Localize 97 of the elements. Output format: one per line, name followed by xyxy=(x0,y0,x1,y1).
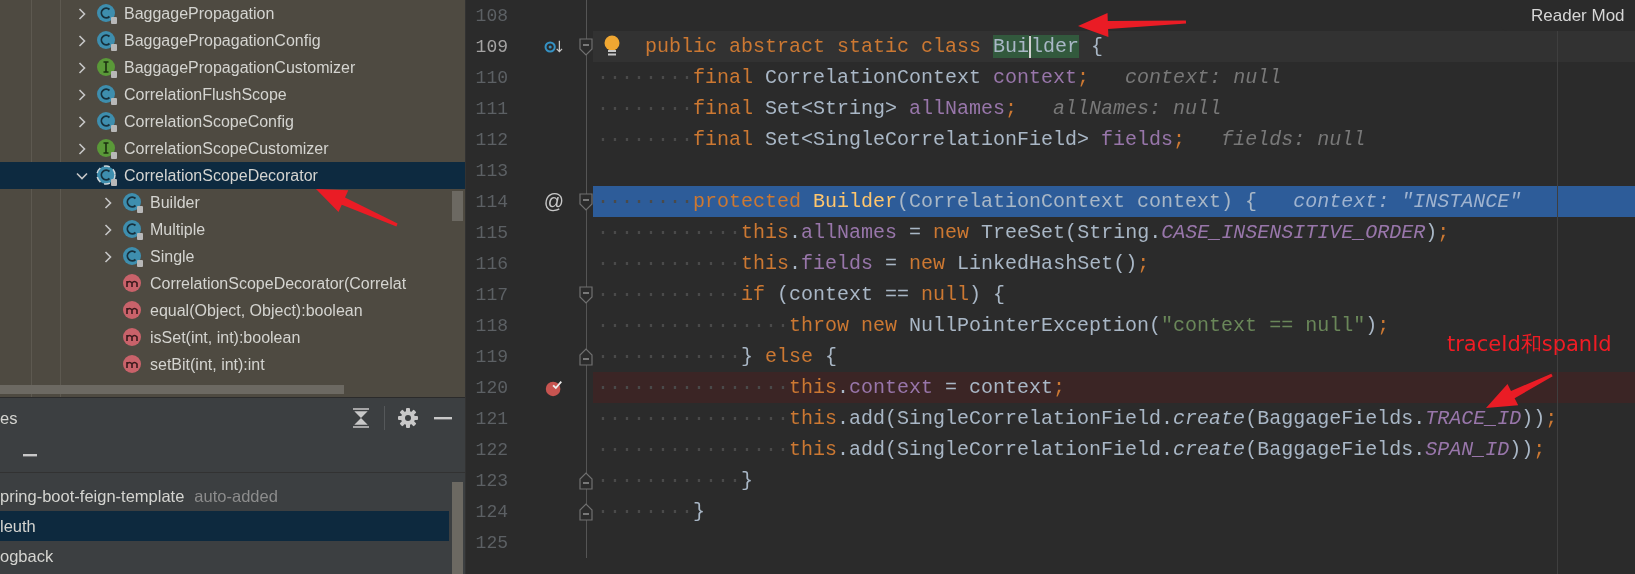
annotation-text: traceId和spanId xyxy=(1447,331,1612,358)
tree-label: CorrelationScopeDecorator xyxy=(124,166,318,185)
method-icon xyxy=(122,326,144,349)
tree-label: Single xyxy=(150,247,195,266)
class-icon xyxy=(122,218,144,241)
tree-label: CorrelationScopeDecorator(Correlat xyxy=(150,274,407,293)
library-item[interactable]: ogback xyxy=(0,541,449,571)
code-line: ············} xyxy=(597,469,754,492)
tree-label: BaggagePropagationConfig xyxy=(124,31,321,50)
tree-item[interactable]: CorrelationScopeDecorator(Correlat xyxy=(0,270,465,297)
fold-icon[interactable] xyxy=(579,37,593,56)
tree-item[interactable]: Single xyxy=(0,243,465,270)
line-number: 125 xyxy=(474,532,508,553)
class-icon xyxy=(122,191,144,214)
tree-label: isSet(int, int):boolean xyxy=(150,328,301,347)
line-number: 110 xyxy=(474,67,508,88)
line-number: 108 xyxy=(474,5,508,26)
line-number: 109 xyxy=(474,36,508,57)
lightbulb-icon[interactable] xyxy=(603,34,621,59)
tree-item[interactable]: isSet(int, int):boolean xyxy=(0,324,465,351)
tree-item[interactable]: CorrelationScopeConfig xyxy=(0,108,465,135)
line-number: 120 xyxy=(474,377,508,398)
tree-label: CorrelationScopeConfig xyxy=(124,112,294,131)
class-icon xyxy=(96,110,118,133)
tree-label: setBit(int, int):int xyxy=(150,355,265,374)
code-line: public abstract static class Bui lder { xyxy=(645,35,1104,58)
line-number: 124 xyxy=(474,501,508,522)
line-number: 118 xyxy=(474,315,508,336)
tree-item[interactable]: equal(Object, Object):boolean xyxy=(0,297,465,324)
library-name: pring-boot-feign-template xyxy=(0,486,185,506)
tree-label: Multiple xyxy=(150,220,206,239)
tree-item[interactable]: BaggagePropagationConfig xyxy=(0,27,465,54)
tree-item[interactable]: setBit(int, int):int xyxy=(0,351,465,378)
code-line: ············this.fields = new LinkedHashSet(); xyxy=(597,252,1150,275)
tree-label: equal(Object, Object):boolean xyxy=(150,301,363,320)
fold-icon[interactable] xyxy=(579,285,593,304)
line-number: 123 xyxy=(474,470,508,491)
tree-label: Builder xyxy=(150,193,200,212)
method-icon xyxy=(122,272,144,295)
method-icon xyxy=(122,353,144,376)
class-icon xyxy=(96,164,118,187)
tree-item[interactable]: CorrelationFlushScope xyxy=(0,81,465,108)
scrollbar-thumb[interactable] xyxy=(0,385,344,394)
code-line: ········protected Builder(CorrelationContext context) { context: "INSTANCE" xyxy=(597,190,1522,213)
line-number: 122 xyxy=(474,439,508,460)
tree-label: CorrelationScopeCustomizer xyxy=(124,139,329,158)
code-line: ············} else { xyxy=(597,345,838,368)
tree-item[interactable]: Multiple xyxy=(0,216,465,243)
library-item[interactable]: leuth xyxy=(0,511,449,541)
line-number: 113 xyxy=(474,160,508,181)
line-number: 119 xyxy=(474,346,508,367)
interface-icon xyxy=(96,56,118,79)
code-line: ········final CorrelationContext context; context: null xyxy=(597,66,1282,89)
gutter-mark[interactable]: @ xyxy=(543,190,565,213)
tree-label: BaggagePropagationCustomizer xyxy=(124,58,356,77)
code-line: ············if (context == null) { xyxy=(597,283,1006,306)
code-line: ················this.add(SingleCorrelationField.create(BaggageFields.SPAN_ID)); xyxy=(597,438,1546,461)
scrollbar-thumb[interactable] xyxy=(452,191,463,221)
interface-icon xyxy=(96,137,118,160)
fold-icon[interactable] xyxy=(579,471,593,490)
class-icon xyxy=(122,245,144,268)
code-line: ················this.add(SingleCorrelationField.create(BaggageFields.TRACE_ID)); xyxy=(597,407,1558,430)
tree-label: CorrelationFlushScope xyxy=(124,85,287,104)
fold-icon[interactable] xyxy=(579,192,593,211)
tree-item[interactable]: BaggagePropagationCustomizer xyxy=(0,54,465,81)
line-number: 115 xyxy=(474,222,508,243)
method-icon xyxy=(122,299,144,322)
line-number: 114 xyxy=(474,191,508,212)
line-number: 111 xyxy=(474,98,508,119)
tree-item[interactable]: CorrelationScopeDecorator xyxy=(0,162,465,189)
library-note: auto-added xyxy=(194,486,278,506)
library-name: leuth xyxy=(0,516,36,536)
library-name: ogback xyxy=(0,546,54,566)
code-line: ················throw new NullPointerException("context == null"); xyxy=(597,314,1390,337)
code-line: ············this.allNames = new TreeSet(String.CASE_INSENSITIVE_ORDER); xyxy=(597,221,1450,244)
scrollbar-thumb[interactable] xyxy=(452,482,463,574)
collapse-icon[interactable] xyxy=(350,407,372,429)
fold-icon[interactable] xyxy=(579,347,593,366)
tree-item[interactable]: Builder xyxy=(0,189,465,216)
code-line: ········final Set<SingleCorrelationField> fields; fields: null xyxy=(597,128,1366,151)
line-number: 112 xyxy=(474,129,508,150)
line-number: 117 xyxy=(474,284,508,305)
code-line: ········} xyxy=(597,500,706,523)
tree-label: BaggagePropagation xyxy=(124,4,275,23)
tree-item[interactable]: BaggagePropagation xyxy=(0,0,465,27)
line-number: 121 xyxy=(474,408,508,429)
tree-item[interactable]: CorrelationScopeCustomizer xyxy=(0,135,465,162)
annotation-arrow xyxy=(1486,373,1553,408)
panel-title: es xyxy=(0,408,18,428)
line-number: 116 xyxy=(474,253,508,274)
fold-icon[interactable] xyxy=(579,502,593,521)
class-icon xyxy=(96,29,118,52)
code-line: ················this.context = context; xyxy=(597,376,1066,399)
library-item[interactable]: pring-boot-feign-template auto-added xyxy=(0,481,449,511)
code-line: ········final Set<String> allNames; allNames: null xyxy=(597,97,1222,120)
class-icon xyxy=(96,83,118,106)
class-icon xyxy=(96,2,118,25)
